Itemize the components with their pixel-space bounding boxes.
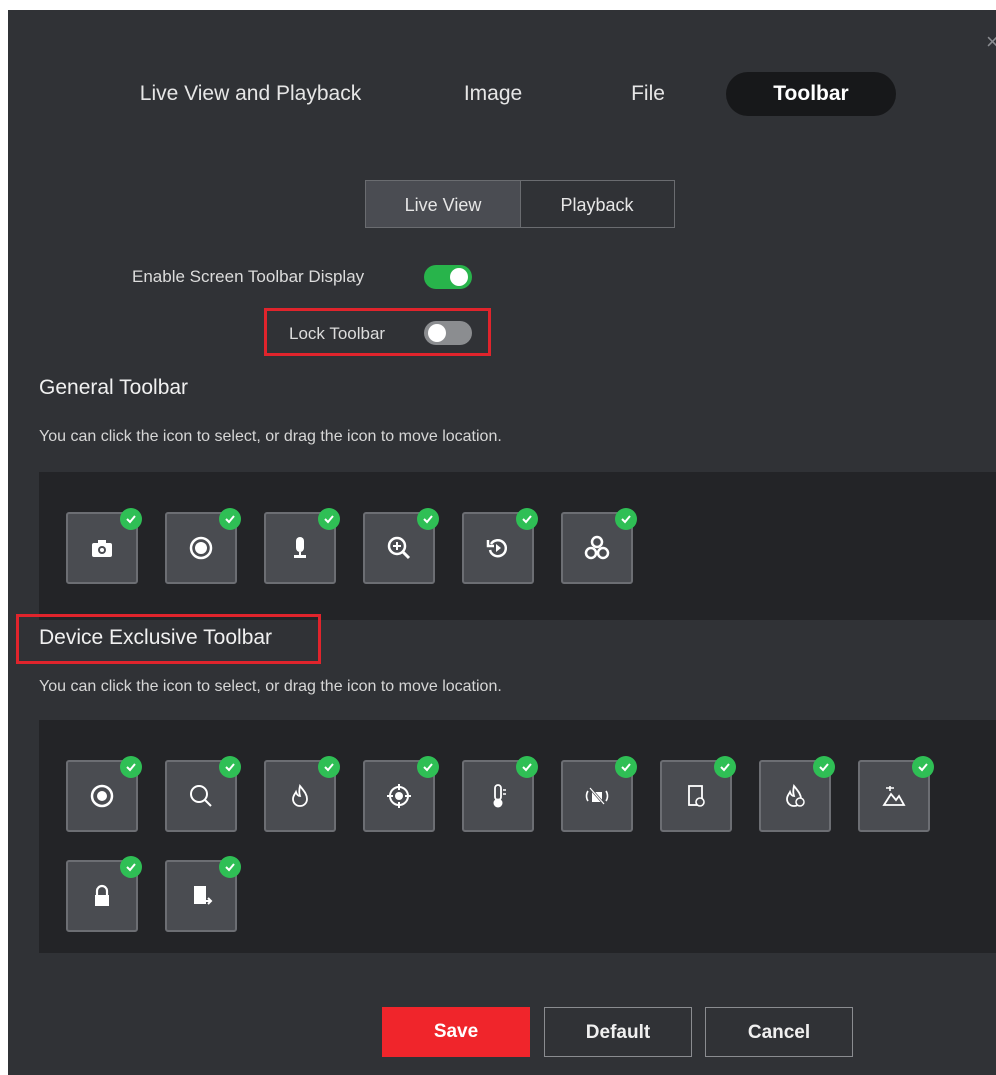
cancel-button[interactable]: Cancel bbox=[705, 1007, 853, 1057]
check-icon bbox=[417, 508, 439, 530]
instant-playback-icon-button[interactable] bbox=[462, 508, 538, 584]
check-icon bbox=[219, 508, 241, 530]
digital-zoom-icon-button[interactable] bbox=[363, 508, 439, 584]
record-icon-button[interactable] bbox=[165, 508, 241, 584]
general-toolbar-hint: You can click the icon to select, or dra… bbox=[39, 428, 502, 445]
check-icon bbox=[516, 756, 538, 778]
tab-image[interactable]: Image bbox=[438, 72, 548, 116]
check-icon bbox=[615, 756, 637, 778]
enable-screen-toolbar-toggle[interactable] bbox=[424, 265, 472, 289]
check-icon bbox=[318, 508, 340, 530]
check-icon bbox=[714, 756, 736, 778]
check-icon bbox=[615, 508, 637, 530]
general-toolbar-title: General Toolbar bbox=[39, 376, 189, 399]
check-icon bbox=[219, 756, 241, 778]
fire-source-icon-button[interactable] bbox=[759, 756, 835, 832]
settings-dialog: × Live View and Playback Image File Tool… bbox=[8, 10, 996, 1075]
check-icon bbox=[120, 508, 142, 530]
export-icon-button[interactable] bbox=[165, 856, 241, 932]
alarm-mute-icon-button[interactable] bbox=[561, 756, 637, 832]
thermometer-icon-button[interactable] bbox=[462, 756, 538, 832]
check-icon bbox=[120, 856, 142, 878]
tab-toolbar[interactable]: Toolbar bbox=[726, 72, 896, 116]
fisheye-icon-button[interactable] bbox=[561, 508, 637, 584]
tab-file[interactable]: File bbox=[598, 72, 698, 116]
target-icon-button[interactable] bbox=[66, 756, 142, 832]
check-icon bbox=[912, 756, 934, 778]
fire-icon-button[interactable] bbox=[264, 756, 340, 832]
device-link-icon-button[interactable] bbox=[660, 756, 736, 832]
device-toolbar-hint: You can click the icon to select, or dra… bbox=[39, 678, 502, 695]
check-icon bbox=[516, 508, 538, 530]
close-icon[interactable]: × bbox=[986, 30, 996, 54]
enable-screen-toolbar-label: Enable Screen Toolbar Display bbox=[132, 267, 365, 286]
check-icon bbox=[120, 756, 142, 778]
save-button[interactable]: Save bbox=[382, 1007, 530, 1057]
check-icon bbox=[813, 756, 835, 778]
device-toolbar-title: Device Exclusive Toolbar bbox=[39, 626, 273, 649]
terrain-icon-button[interactable] bbox=[858, 756, 934, 832]
search-icon-button[interactable] bbox=[165, 756, 241, 832]
microphone-icon-button[interactable] bbox=[264, 508, 340, 584]
check-icon bbox=[219, 856, 241, 878]
lock-toolbar-toggle[interactable] bbox=[424, 321, 472, 345]
crosshair-icon-button[interactable] bbox=[363, 756, 439, 832]
default-button[interactable]: Default bbox=[544, 1007, 692, 1057]
camera-icon-button[interactable] bbox=[66, 508, 142, 584]
lock-toolbar-label: Lock Toolbar bbox=[289, 324, 386, 343]
tab-live-view-and-playback[interactable]: Live View and Playback bbox=[108, 72, 393, 116]
lock-icon-button[interactable] bbox=[66, 856, 142, 932]
segment-playback[interactable]: Playback bbox=[520, 180, 675, 228]
check-icon bbox=[318, 756, 340, 778]
check-icon bbox=[417, 756, 439, 778]
segment-live-view[interactable]: Live View bbox=[365, 180, 521, 228]
